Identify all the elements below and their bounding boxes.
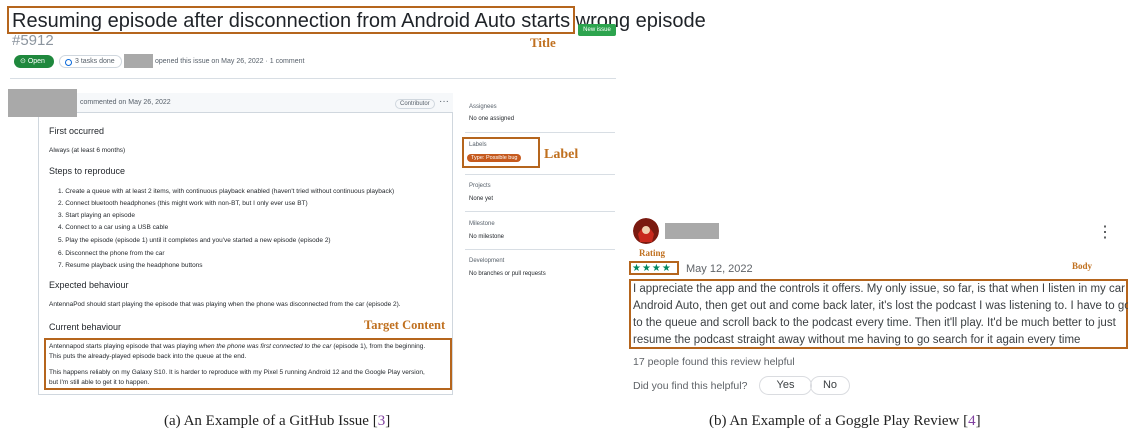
- no-button[interactable]: No: [810, 376, 850, 395]
- section-heading-current: Current behaviour: [49, 322, 122, 332]
- milestone-value: No milestone: [469, 234, 505, 240]
- review-line: resume the podcast straight away without…: [633, 334, 1081, 346]
- step-item: 1. Create a queue with at least 2 items,…: [58, 188, 395, 195]
- current-behaviour-line4: but I'm still able to get it to happen.: [49, 379, 150, 386]
- step-item: 2. Connect bluetooth headphones (this mi…: [58, 200, 308, 207]
- caption-play: (b) An Example of a Goggle Play Review […: [709, 413, 981, 429]
- step-item: 6. Disconnect the phone from the car: [58, 250, 165, 257]
- section-heading-first-occurred: First occurred: [49, 126, 105, 136]
- label-pill[interactable]: Type: Possible bug: [467, 154, 522, 162]
- contributor-badge: Contributor: [395, 99, 435, 109]
- author-redacted: [124, 54, 153, 68]
- helpful-question: Did you find this helpful?: [633, 380, 748, 392]
- more-options-icon[interactable]: ⋮: [1097, 222, 1113, 242]
- tasks-progress[interactable]: 3 tasks done: [59, 55, 122, 68]
- current-behaviour-line3: This happens reliably on my Galaxy S10. …: [49, 369, 425, 376]
- caption-github: (a) An Example of a GitHub Issue [3]: [164, 413, 391, 429]
- tasks-text: 3 tasks done: [75, 58, 115, 65]
- projects-label[interactable]: Projects: [469, 183, 491, 189]
- first-occurred-text: Always (at least 6 months): [49, 147, 126, 154]
- current-behaviour-line1: Antennapod starts playing episode that w…: [49, 343, 426, 350]
- assignees-value: No one assigned: [469, 116, 515, 122]
- current-behaviour-line2: This puts the already-played episode bac…: [49, 353, 247, 360]
- development-label[interactable]: Development: [469, 258, 504, 264]
- avatar: [633, 218, 659, 244]
- reviewer-name-redacted: [665, 223, 719, 239]
- assignees-label[interactable]: Assignees: [469, 104, 497, 110]
- status-badge: ⊙ Open: [14, 55, 54, 68]
- review-date: May 12, 2022: [686, 263, 753, 275]
- helpful-count: 17 people found this review helpful: [633, 356, 795, 368]
- star-rating: ★★★★: [632, 263, 672, 274]
- expected-text: AntennaPod should start playing the epis…: [49, 301, 401, 308]
- review-line: Android Auto, then get out and come back…: [633, 300, 1128, 312]
- divider: [10, 78, 616, 79]
- avatar-image: [633, 218, 659, 244]
- rating-annotation: Rating: [639, 248, 666, 258]
- review-line: to the queue and scroll back to the podc…: [633, 317, 1116, 329]
- target-content-annotation: Target Content: [364, 318, 446, 332]
- new-issue-button[interactable]: New issue: [578, 24, 616, 36]
- step-item: 3. Start playing an episode: [58, 212, 135, 219]
- opened-meta: opened this issue on May 26, 2022 · 1 co…: [155, 58, 305, 65]
- labels-label[interactable]: Labels: [469, 142, 487, 148]
- step-item: 4. Connect to a car using a USB cable: [58, 224, 169, 231]
- title-annotation: Title: [530, 35, 556, 50]
- commenter-avatar-redacted: [8, 89, 77, 117]
- label-annotation: Label: [544, 147, 579, 162]
- body-annotation: Body: [1072, 261, 1093, 271]
- issue-number: #5912: [12, 32, 54, 49]
- status-text: Open: [27, 58, 45, 65]
- development-value: No branches or pull requests: [469, 271, 546, 277]
- milestone-label[interactable]: Milestone: [469, 221, 495, 227]
- section-heading-steps: Steps to reproduce: [49, 166, 126, 176]
- step-item: 7. Resume playback using the headphone b…: [58, 262, 203, 269]
- section-heading-expected: Expected behaviour: [49, 280, 129, 290]
- open-icon: ⊙: [20, 58, 26, 65]
- yes-button[interactable]: Yes: [759, 376, 812, 395]
- more-options-icon[interactable]: ···: [439, 96, 449, 107]
- projects-value: None yet: [469, 196, 494, 202]
- review-line: I appreciate the app and the controls it…: [633, 283, 1128, 295]
- step-item: 5. Play the episode (episode 1) until it…: [58, 237, 331, 244]
- comment-date: commented on May 26, 2022: [80, 99, 171, 106]
